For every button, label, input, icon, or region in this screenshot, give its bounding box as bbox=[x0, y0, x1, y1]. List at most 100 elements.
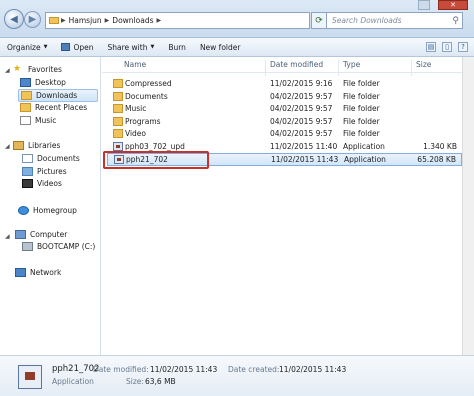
organize-button[interactable]: Organize ▼ bbox=[0, 38, 54, 56]
libraries-icon bbox=[13, 141, 24, 150]
command-bar: Organize ▼ Open Share with ▼ Burn New fold… bbox=[0, 38, 474, 57]
desktop-icon bbox=[20, 78, 31, 87]
music-icon bbox=[20, 116, 31, 125]
homegroup-icon bbox=[18, 206, 29, 215]
search-input[interactable]: Search Downloads ⚲ bbox=[326, 12, 463, 29]
details-type: Application bbox=[52, 377, 94, 386]
file-row[interactable]: Documents 04/02/2015 9:57 File folder bbox=[107, 90, 462, 102]
star-icon: ★ bbox=[13, 64, 22, 74]
forward-button[interactable]: ▶ bbox=[24, 11, 41, 28]
nav-videos[interactable]: Videos bbox=[22, 179, 62, 188]
file-row[interactable]: Compressed 11/02/2015 9:16 File folder bbox=[107, 77, 462, 89]
nav-desktop[interactable]: Desktop bbox=[20, 78, 66, 87]
chevron-right-icon: ▶ bbox=[156, 17, 162, 24]
nav-network-label: Network bbox=[30, 268, 62, 277]
file-date: 11/02/2015 11:40 bbox=[270, 141, 338, 151]
nav-documents[interactable]: Documents bbox=[22, 154, 80, 163]
file-type: File folder bbox=[343, 91, 380, 101]
preview-pane-button[interactable]: ▯ bbox=[442, 42, 452, 52]
search-placeholder: Search Downloads bbox=[332, 16, 402, 25]
close-button[interactable]: ✕ bbox=[438, 0, 468, 10]
nav-music-label: Music bbox=[35, 116, 57, 125]
new-folder-label: New folder bbox=[199, 42, 241, 52]
details-date-created-value: 11/02/2015 11:43 bbox=[279, 365, 347, 374]
back-button[interactable]: ◀ bbox=[4, 9, 24, 29]
breadcrumb-downloads[interactable]: Downloads bbox=[112, 16, 153, 25]
file-date: 11/02/2015 11:43 bbox=[271, 155, 339, 164]
nav-libraries-label: Libraries bbox=[28, 141, 61, 150]
nav-recent-places[interactable]: Recent Places bbox=[20, 103, 87, 112]
recent-places-icon bbox=[20, 103, 31, 112]
chevron-right-icon: ▶ bbox=[104, 17, 110, 24]
nav-recent-places-label: Recent Places bbox=[35, 103, 88, 112]
nav-documents-label: Documents bbox=[37, 154, 80, 163]
nav-downloads-label: Downloads bbox=[36, 91, 78, 100]
column-divider[interactable] bbox=[265, 60, 266, 76]
share-with-button[interactable]: Share with ▼ bbox=[101, 38, 162, 56]
file-row[interactable]: Programs 04/02/2015 9:57 File folder bbox=[107, 115, 462, 127]
file-type: Application bbox=[344, 155, 386, 164]
nav-pictures[interactable]: Pictures bbox=[22, 167, 67, 176]
network-icon bbox=[15, 268, 26, 277]
folder-icon bbox=[113, 128, 123, 138]
folder-icon bbox=[49, 17, 59, 24]
file-row[interactable]: Video 04/02/2015 9:57 File folder bbox=[107, 127, 462, 139]
column-divider[interactable] bbox=[338, 60, 339, 76]
collapse-arrow-icon[interactable]: ◢ bbox=[5, 143, 10, 150]
nav-favorites[interactable]: ★ Favorites bbox=[13, 64, 62, 75]
collapse-arrow-icon[interactable]: ◢ bbox=[5, 233, 10, 240]
details-size-value: 63,6 MB bbox=[145, 377, 176, 386]
computer-icon bbox=[15, 230, 26, 239]
red-highlight-box bbox=[103, 151, 209, 169]
drive-icon bbox=[22, 242, 33, 251]
nav-videos-label: Videos bbox=[37, 179, 62, 188]
file-date: 04/02/2015 9:57 bbox=[270, 103, 333, 113]
folder-icon bbox=[113, 78, 123, 88]
nav-favorites-label: Favorites bbox=[28, 65, 62, 74]
documents-icon bbox=[22, 154, 33, 163]
file-date: 04/02/2015 9:57 bbox=[270, 128, 333, 138]
navigation-pane: ◢ ★ Favorites Desktop Downloads Recent Pl… bbox=[0, 57, 101, 355]
file-date: 04/02/2015 9:57 bbox=[270, 91, 333, 101]
column-type[interactable]: Type bbox=[343, 60, 360, 69]
file-type: File folder bbox=[343, 116, 380, 126]
file-row[interactable]: Music 04/02/2015 9:57 File folder bbox=[107, 102, 462, 114]
share-with-label: Share with bbox=[107, 42, 148, 52]
close-icon: ✕ bbox=[450, 1, 456, 9]
nav-downloads[interactable]: Downloads bbox=[18, 89, 98, 102]
view-icon: ▤ bbox=[427, 43, 435, 51]
column-divider[interactable] bbox=[411, 60, 412, 76]
burn-label: Burn bbox=[168, 42, 186, 52]
nav-computer[interactable]: Computer bbox=[15, 230, 67, 239]
column-name[interactable]: Name bbox=[124, 60, 146, 69]
refresh-button[interactable]: ⟳ bbox=[311, 12, 327, 29]
burn-button[interactable]: Burn bbox=[161, 38, 193, 56]
nav-music[interactable]: Music bbox=[20, 116, 56, 125]
open-button[interactable]: Open bbox=[54, 38, 100, 56]
file-name: Compressed bbox=[125, 78, 172, 88]
details-date-modified-label: Date modified: bbox=[93, 365, 149, 374]
column-size[interactable]: Size bbox=[416, 60, 431, 69]
organize-label: Organize bbox=[7, 42, 41, 52]
details-size-label: Size: bbox=[126, 377, 144, 386]
help-button[interactable]: ? bbox=[458, 42, 468, 52]
nav-homegroup-label: Homegroup bbox=[33, 206, 77, 215]
nav-bootcamp-drive[interactable]: BOOTCAMP (C:) bbox=[22, 242, 95, 251]
pictures-icon bbox=[22, 167, 33, 176]
maximize-button[interactable] bbox=[418, 0, 430, 10]
nav-homegroup[interactable]: Homegroup bbox=[18, 206, 77, 215]
chevron-right-icon: ▶ bbox=[61, 17, 66, 24]
column-date-modified[interactable]: Date modified bbox=[270, 60, 323, 69]
file-type: File folder bbox=[343, 78, 380, 88]
vertical-scrollbar[interactable] bbox=[462, 57, 474, 355]
address-box[interactable]: ▶ Hamsjun ▶ Downloads ▶ bbox=[45, 12, 310, 29]
file-name: Programs bbox=[125, 116, 161, 126]
view-options-button[interactable]: ▤ bbox=[426, 42, 436, 52]
collapse-arrow-icon[interactable]: ◢ bbox=[5, 67, 10, 74]
application-icon bbox=[113, 141, 123, 151]
nav-network[interactable]: Network bbox=[15, 268, 61, 277]
new-folder-button[interactable]: New folder bbox=[193, 38, 248, 56]
chevron-down-icon: ▼ bbox=[150, 44, 155, 50]
breadcrumb-user[interactable]: Hamsjun bbox=[69, 16, 102, 25]
nav-libraries[interactable]: Libraries bbox=[13, 141, 60, 150]
